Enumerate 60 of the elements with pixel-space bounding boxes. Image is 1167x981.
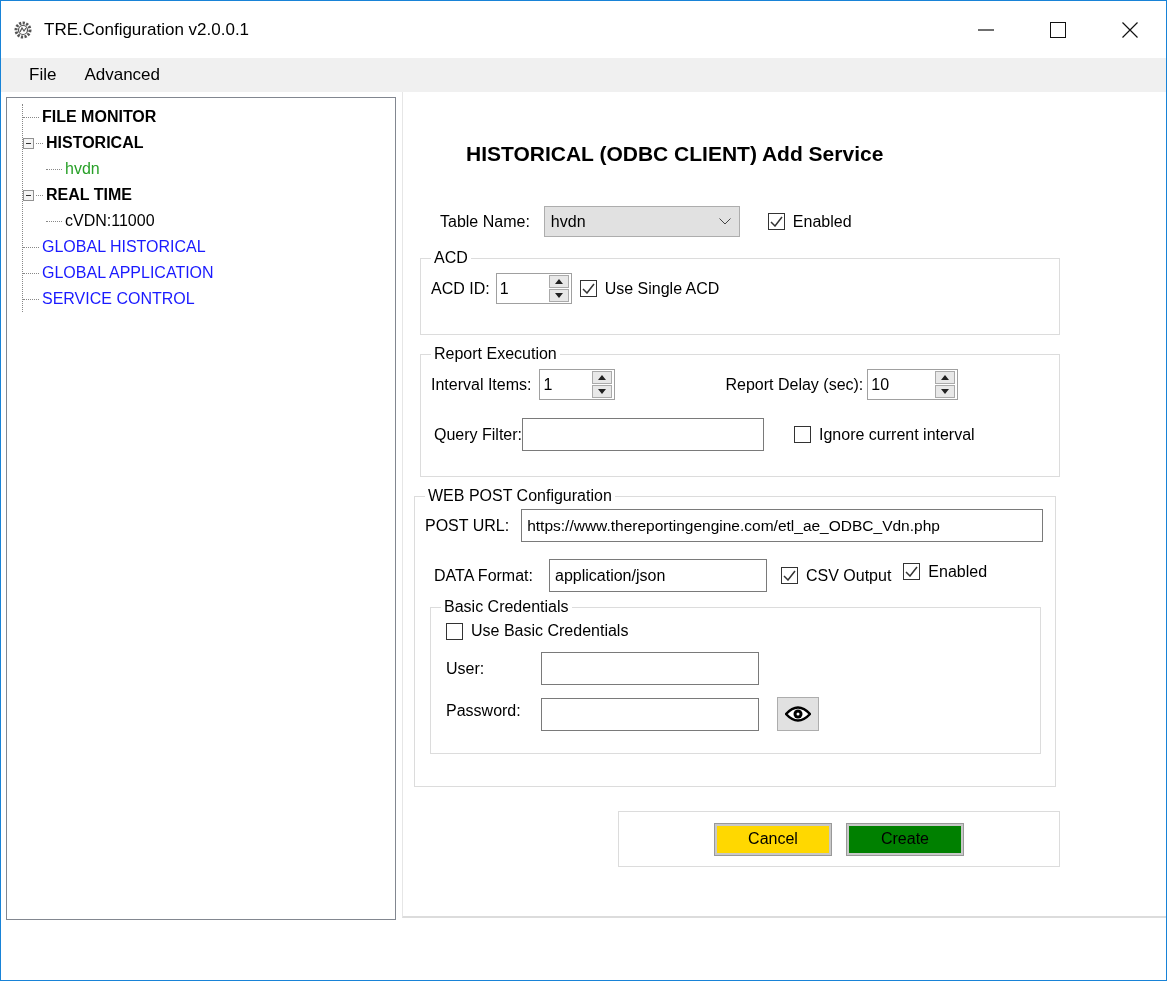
- tree-item[interactable]: HISTORICAL: [46, 134, 144, 152]
- field-label: DATA Format:: [434, 566, 533, 585]
- spin-arrows-icon[interactable]: [592, 371, 613, 398]
- number-spinner[interactable]: 1: [539, 369, 616, 400]
- checkbox[interactable]: [781, 567, 798, 584]
- checkbox[interactable]: [767, 213, 785, 230]
- checkbox-label: CSV Output: [806, 566, 892, 585]
- tree-item[interactable]: cVDN:11000: [65, 212, 155, 230]
- group-label: WEB POST Configuration: [427, 487, 613, 505]
- group-label: Report Execution: [433, 345, 558, 363]
- tree-item[interactable]: hvdn: [65, 160, 100, 178]
- cancel-button[interactable]: Cancel: [715, 823, 831, 855]
- create-button[interactable]: Create: [847, 823, 963, 855]
- tree-item[interactable]: GLOBAL APPLICATION: [42, 264, 214, 282]
- spin-arrows-icon[interactable]: [548, 275, 569, 302]
- menu-item[interactable]: File: [17, 63, 69, 87]
- spin-arrows-icon[interactable]: [935, 371, 956, 398]
- tree-item[interactable]: SERVICE CONTROL: [42, 290, 195, 308]
- query-filter-field[interactable]: [522, 418, 764, 451]
- checkbox[interactable]: [794, 426, 811, 443]
- tree-item[interactable]: FILE MONITOR: [42, 108, 157, 126]
- data-format-field[interactable]: application/json: [549, 559, 767, 592]
- gear-icon: [14, 20, 32, 39]
- close-icon: [1122, 21, 1138, 38]
- eye-icon: [785, 705, 811, 723]
- collapse-icon[interactable]: [23, 189, 34, 201]
- menu-item[interactable]: Advanced: [72, 63, 173, 87]
- tree-item[interactable]: GLOBAL HISTORICAL: [42, 238, 206, 256]
- checkbox[interactable]: [579, 280, 597, 297]
- number-spinner[interactable]: 1: [495, 273, 572, 304]
- window-title: TRE.Configuration v2.0.0.1: [44, 19, 251, 40]
- checkbox-label: Enabled: [928, 562, 988, 581]
- field-label: Query Filter:: [434, 425, 522, 444]
- checkbox-label: Use Basic Credentials: [471, 622, 629, 640]
- checkbox[interactable]: [903, 563, 921, 580]
- password-field[interactable]: [541, 697, 759, 731]
- checkbox-label: Enabled: [792, 212, 852, 231]
- minimize-icon: [978, 28, 994, 31]
- user-field[interactable]: [541, 652, 759, 685]
- checkbox-label: Use Single ACD: [604, 279, 720, 298]
- checkbox[interactable]: [446, 622, 463, 640]
- post-url-field[interactable]: https://www.thereportingengine.com/etl_ae_ODBC_Vdn.php: [521, 509, 1044, 542]
- table-name-dropdown[interactable]: hvdn: [543, 206, 740, 237]
- checkbox-label: Ignore current interval: [819, 425, 975, 444]
- number-spinner[interactable]: 10: [867, 369, 959, 400]
- group-label: Basic Credentials: [443, 598, 570, 616]
- maximize-icon: [1050, 21, 1066, 38]
- field-label: POST URL:: [425, 516, 510, 535]
- collapse-icon[interactable]: [23, 137, 34, 149]
- show-password-button[interactable]: [777, 697, 819, 731]
- chevron-down-icon: [718, 218, 731, 225]
- tree-item[interactable]: REAL TIME: [46, 186, 132, 204]
- form-title: HISTORICAL (ODBC CLIENT) Add Service: [466, 142, 885, 166]
- group-label: ACD: [433, 249, 469, 267]
- field-label: Password:: [446, 702, 522, 720]
- field-label: ACD ID:: [431, 279, 490, 298]
- field-label: Table Name:: [440, 212, 530, 231]
- field-label: User:: [446, 659, 486, 678]
- field-label: Interval Items:: [431, 375, 532, 394]
- field-label: Report Delay (sec):: [725, 375, 864, 394]
